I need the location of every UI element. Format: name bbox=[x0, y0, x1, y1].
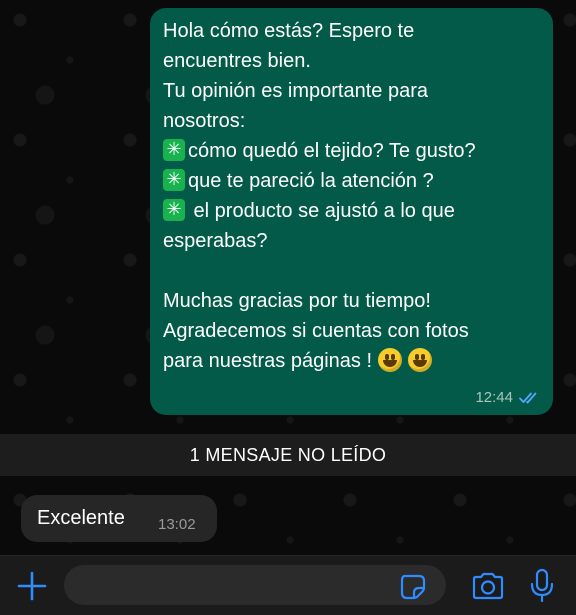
message-meta: 12:44 bbox=[475, 389, 539, 406]
message-line: Hola cómo estás? Espero te bbox=[163, 20, 415, 42]
camera-icon[interactable] bbox=[471, 572, 505, 600]
outgoing-message-bubble[interactable]: Hola cómo estás? Espero te encuentres bi… bbox=[150, 8, 553, 415]
sticker-icon[interactable] bbox=[400, 574, 426, 600]
composer-bar bbox=[0, 555, 576, 615]
smiley-emoji-icon bbox=[378, 348, 403, 372]
message-line: que te pareció la atención ? bbox=[163, 166, 541, 196]
message-line: nosotros: bbox=[163, 110, 246, 132]
message-line: el producto se ajustó a lo que bbox=[163, 196, 541, 226]
sparkle-emoji-icon bbox=[163, 199, 185, 221]
message-line: Muchas gracias por tu tiempo! bbox=[163, 290, 431, 312]
sparkle-emoji-icon bbox=[163, 169, 185, 191]
message-line-text: cómo quedó el tejido? Te gusto? bbox=[188, 140, 476, 162]
message-line: Agradecemos si cuentas con fotos bbox=[163, 320, 469, 342]
message-time: 12:44 bbox=[475, 389, 513, 406]
message-line-text: que te pareció la atención ? bbox=[188, 170, 434, 192]
unread-messages-banner: 1 MENSAJE NO LEÍDO bbox=[0, 434, 576, 476]
sparkle-emoji-icon bbox=[163, 139, 185, 161]
incoming-message-text: Excelente bbox=[37, 507, 125, 529]
microphone-icon[interactable] bbox=[528, 568, 556, 604]
message-input[interactable] bbox=[64, 565, 446, 605]
message-line-text: el producto se ajustó a lo que bbox=[188, 200, 455, 222]
message-line: esperabas? bbox=[163, 230, 268, 252]
double-check-read-icon bbox=[519, 392, 537, 403]
message-line: para nuestras páginas ! bbox=[163, 346, 541, 376]
plus-icon[interactable] bbox=[16, 570, 48, 602]
message-line: encuentres bien. bbox=[163, 50, 311, 72]
message-line: Tu opinión es importante para bbox=[163, 80, 428, 102]
message-line-text: para nuestras páginas ! bbox=[163, 350, 373, 372]
message-line: cómo quedó el tejido? Te gusto? bbox=[163, 136, 541, 166]
incoming-message-bubble[interactable]: Excelente 13:02 bbox=[21, 495, 217, 542]
smiley-emoji-icon bbox=[408, 348, 433, 372]
incoming-message-time: 13:02 bbox=[158, 516, 196, 533]
chat-area[interactable]: Hola cómo estás? Espero te encuentres bi… bbox=[0, 0, 576, 614]
